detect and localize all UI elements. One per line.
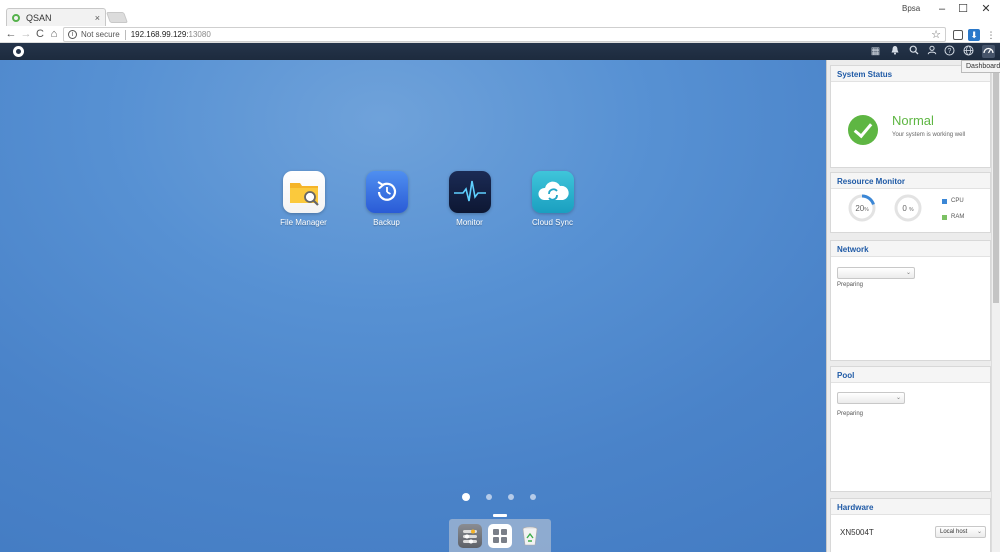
network-widget: Network ⌄ Preparing xyxy=(830,240,991,361)
dock-control-panel-icon[interactable] xyxy=(458,523,482,548)
new-tab-button[interactable] xyxy=(105,12,129,23)
maximize-button[interactable]: ☐ xyxy=(955,2,971,16)
widget-title: Hardware xyxy=(831,499,990,515)
reload-button[interactable]: C xyxy=(33,27,47,41)
browser-titlebar: QSAN × Bpsa – ☐ ✕ xyxy=(0,0,1000,26)
separator xyxy=(124,29,126,40)
cpu-legend: CPU xyxy=(942,198,964,204)
dashboard-panel: System Status Normal Your system is work… xyxy=(826,60,991,552)
app-label: Monitor xyxy=(456,218,483,227)
chevron-down-icon: ⌄ xyxy=(895,395,901,401)
browser-menu-icon[interactable]: ⋮ xyxy=(985,29,997,41)
pool-widget: Pool ⌄ Preparing xyxy=(830,366,991,492)
network-select[interactable]: ⌄ xyxy=(837,267,915,279)
dock-recycle-bin-icon[interactable] xyxy=(518,524,542,548)
security-indicator[interactable]: Not secure xyxy=(81,30,120,39)
chevron-down-icon: ⌄ xyxy=(976,529,982,535)
dashboard-scrollbar[interactable]: ▲ xyxy=(991,60,1000,552)
cloud-sync-icon[interactable] xyxy=(531,171,574,213)
app-grid: File Manager Backup Monitor Cloud Sync xyxy=(262,171,594,227)
app-backup[interactable]: Backup xyxy=(345,171,428,227)
ram-value: 0 % xyxy=(902,204,914,213)
svg-text:?: ? xyxy=(948,48,952,55)
cpu-value: 20% xyxy=(855,204,869,213)
user-icon[interactable] xyxy=(925,45,938,58)
widget-title: Resource Monitor xyxy=(831,173,990,189)
bell-icon[interactable] xyxy=(888,45,901,58)
app-label: File Manager xyxy=(280,218,327,227)
tab-close-icon[interactable]: × xyxy=(95,13,100,23)
host-selected: Local host xyxy=(940,529,968,535)
widget-title: Pool xyxy=(831,367,990,383)
apps-icon[interactable]: ▦ xyxy=(869,45,882,58)
page-dot-4[interactable] xyxy=(530,494,536,500)
page-dot-3[interactable] xyxy=(508,494,514,500)
page-dot-2[interactable] xyxy=(486,494,492,500)
network-status: Preparing xyxy=(837,282,864,288)
minimize-button[interactable]: – xyxy=(934,2,950,16)
status-message: Your system is working well xyxy=(892,132,966,138)
file-manager-icon[interactable] xyxy=(282,171,325,213)
host-select[interactable]: Local host ⌄ xyxy=(935,526,986,538)
qsan-favicon-icon xyxy=(12,13,20,22)
search-icon[interactable] xyxy=(907,45,920,58)
app-label: Backup xyxy=(373,218,400,227)
browser-tab[interactable]: QSAN × xyxy=(6,8,106,26)
dashboard-tooltip: Dashboard xyxy=(961,60,1000,73)
dock-handle[interactable] xyxy=(493,514,507,517)
ram-legend: RAM xyxy=(942,214,964,220)
check-icon xyxy=(848,115,878,145)
chevron-down-icon: ⌄ xyxy=(905,270,911,276)
browser-user-label[interactable]: Bpsa xyxy=(902,4,920,13)
app-monitor[interactable]: Monitor xyxy=(428,171,511,227)
app-label: Cloud Sync xyxy=(532,218,573,227)
desktop-pager xyxy=(462,493,536,501)
back-button[interactable]: ← xyxy=(4,27,18,41)
scrollbar-thumb[interactable] xyxy=(993,65,999,303)
close-window-button[interactable]: ✕ xyxy=(978,2,994,16)
browser-toolbar: ← → C ⌂ i Not secure 192.168.99.129: 130… xyxy=(0,26,1000,43)
globe-icon[interactable] xyxy=(962,45,975,58)
widget-title: Network xyxy=(831,241,990,257)
info-icon[interactable]: i xyxy=(68,30,77,39)
qsan-logo-icon[interactable] xyxy=(13,46,24,57)
monitor-icon[interactable] xyxy=(448,171,491,213)
url-port: 13080 xyxy=(188,30,211,39)
hardware-widget: Hardware XN5004T Local host ⌄ xyxy=(830,498,991,552)
page-dot-1[interactable] xyxy=(462,493,470,501)
url-host: 192.168.99.129: xyxy=(130,30,189,39)
app-topbar: ▦ ? xyxy=(0,43,1000,60)
system-status-widget: System Status Normal Your system is work… xyxy=(830,65,991,168)
resource-monitor-widget: Resource Monitor 20% 0 % CPU RAM xyxy=(830,172,991,233)
forward-button[interactable]: → xyxy=(19,27,33,41)
dock xyxy=(449,519,551,552)
app-file-manager[interactable]: File Manager xyxy=(262,171,345,227)
pool-select[interactable]: ⌄ xyxy=(837,392,905,404)
download-extension-icon[interactable]: ⬇ xyxy=(968,29,980,41)
dashboard-icon[interactable] xyxy=(982,45,995,58)
home-button[interactable]: ⌂ xyxy=(47,27,61,41)
extension-shield-icon[interactable] xyxy=(953,30,963,40)
help-icon[interactable]: ? xyxy=(943,45,956,58)
hardware-model: XN5004T xyxy=(840,528,874,537)
address-bar[interactable]: i Not secure 192.168.99.129: 13080 ☆ xyxy=(63,27,946,42)
tab-title: QSAN xyxy=(26,12,52,23)
bookmark-star-icon[interactable]: ☆ xyxy=(931,28,941,41)
dock-app-center-icon[interactable] xyxy=(488,523,512,548)
backup-icon[interactable] xyxy=(365,171,408,213)
status-state: Normal xyxy=(892,113,934,128)
app-cloud-sync[interactable]: Cloud Sync xyxy=(511,171,594,227)
pool-status: Preparing xyxy=(837,411,864,417)
